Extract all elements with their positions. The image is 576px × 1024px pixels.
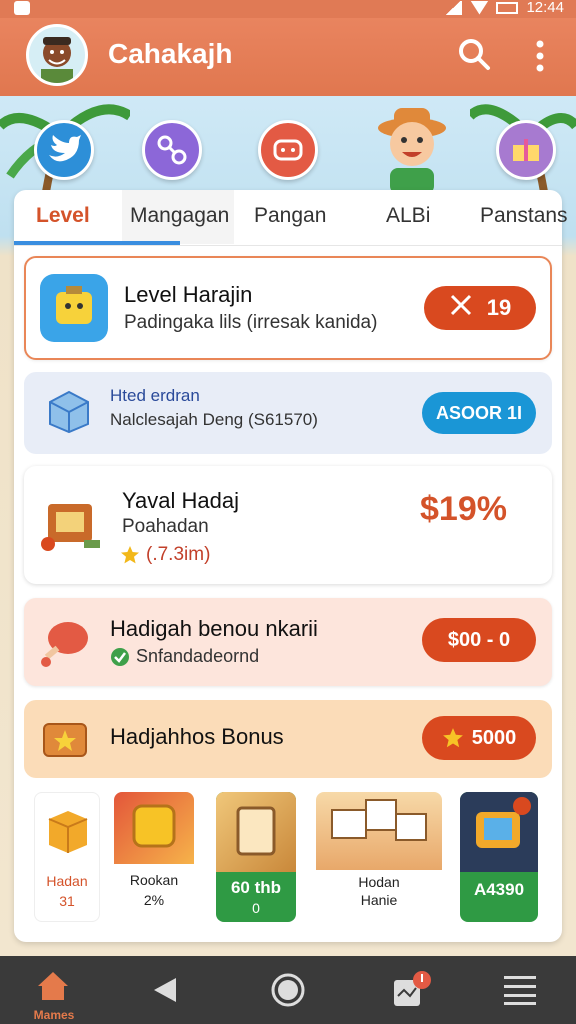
info-badge-button[interactable]: ASOOR 1I (422, 392, 536, 434)
bonus-chest-icon (40, 714, 90, 769)
tile-label: A4390 (473, 880, 525, 899)
level-title: Level Harajin (124, 282, 253, 307)
star-icon (442, 728, 463, 748)
tab-mangagan[interactable]: Mangagan (130, 204, 229, 228)
home-label: Mames (33, 1008, 75, 1022)
tab-level[interactable]: Level (36, 204, 90, 228)
menu-icon[interactable] (500, 972, 540, 1011)
twitter-icon[interactable] (34, 120, 94, 180)
check-icon (111, 647, 129, 666)
tile-label: Hodan (358, 874, 400, 890)
level-box-icon (40, 274, 108, 347)
info-title: Hted erdran (110, 386, 200, 405)
package-icon (44, 386, 94, 441)
rating: (.7.3im) (120, 544, 210, 566)
reward-status: Snfandadeornd (110, 646, 259, 667)
tab-panstans[interactable]: Panstans (480, 204, 568, 228)
notification-icon (14, 1, 30, 15)
star-icon (121, 546, 139, 564)
reward-subtitle: Snfandadeornd (136, 646, 260, 666)
more-options-icon[interactable] (526, 36, 554, 76)
product-tile[interactable]: Rookan 2% (114, 792, 194, 922)
home-icon[interactable] (36, 970, 70, 1007)
reward-button[interactable]: $00 - 0 (422, 618, 536, 662)
product-row[interactable]: Yaval Hadaj Poahadan (.7.3im) $19% (24, 466, 552, 584)
tile-value: Hanie (360, 892, 398, 908)
status-bar: 12:44 (0, 0, 576, 18)
info-subtitle: Nalclesajah Deng (S61570) (110, 410, 318, 429)
signal-icon (444, 0, 463, 15)
back-icon[interactable] (150, 976, 178, 1009)
chicken-leg-icon (38, 614, 94, 675)
product-subtitle: Poahadan (122, 516, 209, 537)
product-tile[interactable]: 60 thb 0 (216, 792, 296, 922)
tile-label: 60 thb (230, 878, 282, 897)
share-link-icon[interactable] (142, 120, 202, 180)
avatar[interactable] (26, 24, 88, 86)
app-bar: Cahakajh (0, 18, 576, 96)
product-tile[interactable]: A4390 (460, 792, 538, 922)
main-card: Level Mangagan Pangan ALBi Panstans Leve… (14, 190, 568, 942)
tile-value: 31 (59, 893, 75, 909)
close-icon (449, 293, 473, 323)
tile-value: 0 (252, 900, 260, 916)
tile-label: Hadan (46, 873, 88, 889)
tile-image (216, 792, 296, 872)
navigation-bar: Mames (0, 956, 576, 1024)
game-controller-icon[interactable] (258, 120, 318, 180)
wifi-icon (470, 0, 489, 15)
level-badge-count: 19 (486, 295, 512, 320)
tab-pangan[interactable]: Pangan (254, 204, 326, 228)
tab-bar: Level Mangagan Pangan ALBi Panstans (14, 190, 568, 246)
rating-value: (.7.3im) (146, 544, 211, 565)
tab-albi[interactable]: ALBi (386, 204, 430, 228)
search-icon[interactable] (456, 36, 492, 72)
home-circle-icon[interactable] (270, 972, 306, 1013)
bonus-row[interactable]: Hadjahhos Bonus 5000 (24, 700, 552, 778)
mascot-character (378, 108, 446, 194)
gift-icon[interactable] (496, 120, 556, 180)
bonus-button[interactable]: 5000 (422, 716, 536, 760)
level-close-button[interactable]: 19 (424, 286, 536, 330)
product-title: Yaval Hadaj (122, 488, 239, 513)
product-tile[interactable]: Hodan Hanie (316, 792, 442, 922)
tile-image (114, 792, 194, 864)
box-icon (48, 811, 88, 853)
info-row[interactable]: Hted erdran Nalclesajah Deng (S61570) AS… (24, 372, 552, 454)
level-subtitle: Padingaka lils (irresak kanida) (124, 312, 378, 333)
treasure-box-icon (38, 490, 108, 565)
tile-image (460, 792, 538, 872)
product-tile[interactable]: Hadan 31 (34, 792, 100, 922)
reward-title: Hadigah benou nkarii (110, 616, 318, 641)
tile-label: Rookan (129, 872, 179, 888)
tile-value: 2% (143, 892, 165, 908)
notification-inbox-icon[interactable] (390, 970, 434, 1013)
product-price: $19% (420, 490, 507, 528)
level-row[interactable]: Level Harajin Padingaka lils (irresak ka… (24, 256, 552, 360)
bonus-value: 5000 (471, 726, 517, 749)
battery-icon (496, 1, 519, 14)
status-time: 12:44 (526, 0, 564, 16)
tab-indicator (14, 241, 180, 245)
tile-image (316, 792, 442, 870)
bonus-title: Hadjahhos Bonus (110, 724, 284, 749)
app-title: Cahakajh (108, 38, 233, 69)
reward-row[interactable]: Hadigah benou nkarii Snfandadeornd $00 -… (24, 598, 552, 686)
